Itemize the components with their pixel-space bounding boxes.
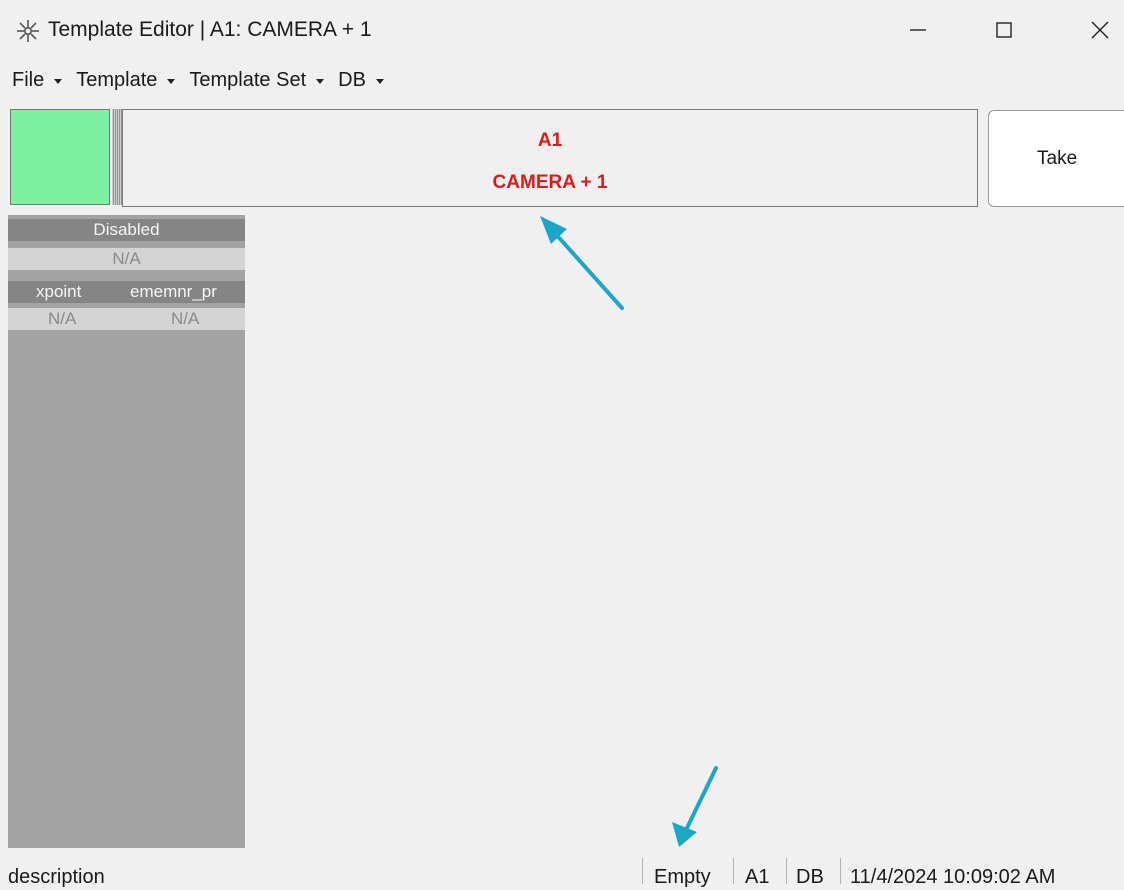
menu-file[interactable]: File (0, 62, 66, 98)
arrow-to-header (540, 216, 624, 310)
minimize-button[interactable] (890, 8, 946, 52)
column-header-xpoint: xpoint (36, 282, 82, 301)
status-state: Empty (654, 866, 711, 888)
chevron-down-icon (316, 78, 325, 84)
status-indicator (10, 109, 110, 205)
maximize-icon (996, 22, 1012, 38)
close-button[interactable] (1072, 8, 1124, 52)
splitter-handle[interactable] (112, 109, 122, 205)
minimize-icon (910, 29, 926, 31)
menu-template-set-label: Template Set (189, 68, 307, 91)
columns-value-row: N/A N/A (8, 308, 245, 330)
close-icon (1091, 21, 1109, 39)
menu-bar: File Template Template Set DB (0, 62, 388, 98)
value-ememnr[interactable]: N/A (171, 308, 199, 330)
take-button[interactable]: Take (988, 110, 1124, 207)
chevron-down-icon (167, 78, 176, 84)
status-address: A1 (745, 866, 770, 888)
value-xpoint[interactable]: N/A (48, 308, 76, 330)
chevron-down-icon (375, 78, 384, 84)
status-db: DB (796, 866, 824, 888)
status-description: description (8, 866, 105, 888)
menu-db-label: DB (338, 68, 366, 91)
template-header: A1 CAMERA + 1 (122, 109, 978, 207)
columns-header-row: xpoint ememnr_pr (8, 281, 245, 303)
status-bar: description Empty A1 DB 11/4/2024 10:09:… (0, 858, 1124, 890)
maximize-button[interactable] (976, 8, 1032, 52)
section-header-disabled: Disabled (8, 219, 245, 241)
window-title: Template Editor | A1: CAMERA + 1 (48, 18, 372, 41)
chevron-down-icon (54, 78, 63, 84)
menu-file-label: File (12, 68, 45, 91)
status-timestamp: 11/4/2024 10:09:02 AM (850, 866, 1056, 888)
status-separator (642, 858, 643, 884)
template-name: CAMERA + 1 (492, 172, 608, 193)
menu-template-label: Template (76, 68, 158, 91)
status-separator (733, 858, 734, 884)
menu-db[interactable]: DB (328, 62, 388, 98)
app-logo-icon (17, 20, 39, 42)
template-address: A1 (537, 130, 563, 151)
section-value-disabled[interactable]: N/A (8, 248, 245, 270)
status-separator (786, 858, 787, 884)
column-header-ememnr: ememnr_pr (130, 282, 217, 301)
title-bar: Template Editor | A1: CAMERA + 1 (0, 8, 1124, 52)
status-separator (840, 858, 841, 884)
field-panel: Disabled N/A xpoint ememnr_pr N/A N/A (8, 215, 245, 848)
arrow-to-status (672, 766, 718, 847)
menu-template-set[interactable]: Template Set (179, 62, 328, 98)
menu-template[interactable]: Template (66, 62, 179, 98)
take-button-label: Take (1037, 148, 1078, 169)
